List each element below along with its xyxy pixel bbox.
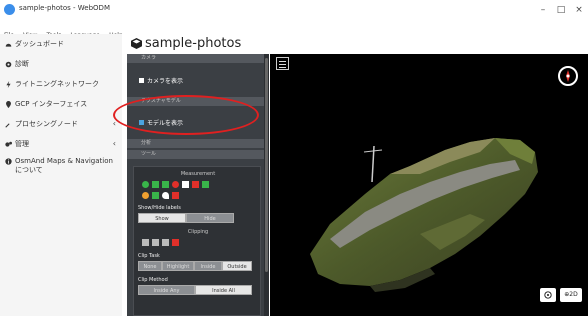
tools-container: Measurement Show/Hide labels Show Hide C…: [133, 166, 261, 316]
sidebar-item-about[interactable]: OsmAnd Maps & Navigation について: [0, 154, 122, 182]
section-analysis-header[interactable]: 分析: [127, 139, 264, 148]
red-highlight-ellipse: [113, 95, 259, 135]
page-title: sample-photos: [145, 36, 242, 51]
clip-method-label: Clip Method: [138, 277, 168, 283]
volume-tool-icon[interactable]: [202, 181, 209, 188]
switch-2d-label: 2D: [569, 291, 578, 298]
minimize-button[interactable]: –: [535, 4, 551, 16]
checkbox[interactable]: [139, 78, 144, 83]
sidebar-item-label: OsmAnd Maps & Navigation について: [15, 157, 113, 174]
measurement-tools-row1: [142, 181, 209, 188]
clip-volume-icon[interactable]: [142, 239, 149, 246]
checkbox-label: カメラを表示: [147, 78, 184, 85]
measurement-title: Measurement: [180, 171, 216, 177]
angle-tool-icon[interactable]: [142, 192, 149, 199]
profile-tool-icon[interactable]: [152, 192, 159, 199]
sidebar-item-label: 診断: [15, 60, 29, 68]
title-bar: sample-photos - WebODM – □ ×: [0, 0, 588, 22]
target-icon: [544, 291, 552, 299]
sidebar-item-label: プロセシングノード: [15, 120, 78, 128]
show-hide-labels-label: Show/Hide labels: [138, 205, 181, 211]
clipping-tools-row: [142, 239, 179, 246]
remove-measurements-icon[interactable]: [172, 192, 179, 199]
clip-task-none-button[interactable]: None: [138, 261, 162, 271]
sidebar: ダッシュボード 診断 ライトニングネットワーク GCP インターフェイス プロセ…: [0, 34, 122, 316]
clipping-title: Clipping: [187, 229, 209, 235]
page-header: sample-photos: [122, 34, 588, 54]
info-icon: [5, 158, 12, 165]
remove-clip-icon[interactable]: [172, 239, 179, 246]
viewer-control-panel: カメラ カメラを表示 テクスチャモデル モデルを表示 分析 ツール Measur…: [127, 54, 269, 316]
3d-viewer[interactable]: ⊕2D: [270, 54, 588, 316]
cogs-icon: [5, 141, 12, 147]
clip-polygon-icon[interactable]: [152, 239, 159, 246]
clip-task-group: None Highlight Inside Outside: [138, 261, 252, 271]
distance-tool-icon[interactable]: [152, 181, 159, 188]
area-tool-icon[interactable]: [192, 181, 199, 188]
annotation-pin-icon[interactable]: [162, 192, 169, 199]
sidebar-item-label: 管理: [15, 140, 29, 148]
panel-scrollbar[interactable]: [264, 54, 269, 316]
height-tool-icon[interactable]: [162, 181, 169, 188]
sidebar-item-label: GCP インターフェイス: [15, 100, 88, 108]
clip-method-inside-all-button[interactable]: Inside All: [195, 285, 252, 295]
viewer-menu-button[interactable]: [276, 57, 289, 70]
switch-2d-button[interactable]: ⊕2D: [560, 288, 582, 302]
diagnostic-icon: [5, 61, 12, 67]
cube-icon: [131, 38, 142, 49]
scrollbar-thumb[interactable]: [265, 58, 268, 272]
north-arrow-icon[interactable]: [182, 181, 189, 188]
point-tool-icon[interactable]: [142, 181, 149, 188]
sidebar-item-admin[interactable]: 管理 ‹: [0, 134, 122, 154]
hide-labels-button[interactable]: Hide: [186, 213, 234, 223]
clip-method-group: Inside Any Inside All: [138, 285, 252, 295]
clip-method-inside-any-button[interactable]: Inside Any: [138, 285, 195, 295]
camera-view-button[interactable]: [540, 288, 556, 302]
dashboard-icon: [5, 43, 12, 47]
sidebar-item-label: ライトニングネットワーク: [15, 80, 99, 88]
sidebar-item-label: ダッシュボード: [15, 40, 64, 48]
sidebar-item-processing-nodes[interactable]: プロセシングノード ‹: [0, 114, 122, 134]
circle-tool-icon[interactable]: [172, 181, 179, 188]
section-tools-header[interactable]: ツール: [127, 150, 264, 159]
point-cloud-model: [310, 138, 538, 292]
measurement-tools-row2: [142, 192, 179, 199]
menu-bar: File View Tools Language Help: [0, 22, 588, 39]
clip-task-outside-button[interactable]: Outside: [222, 261, 252, 271]
webodm-window: sample-photos - WebODM – □ × File View T…: [0, 0, 588, 316]
show-camera-toggle[interactable]: カメラを表示: [139, 76, 183, 85]
chevron-left-icon: ‹: [112, 139, 116, 148]
section-camera-header[interactable]: カメラ: [127, 54, 264, 63]
sidebar-item-gcp[interactable]: GCP インターフェイス: [0, 94, 122, 114]
app-icon: [4, 4, 15, 15]
sidebar-item-lightning[interactable]: ライトニングネットワーク: [0, 74, 122, 94]
window-title: sample-photos - WebODM: [19, 4, 110, 12]
clip-plane-icon[interactable]: [162, 239, 169, 246]
close-button[interactable]: ×: [571, 4, 587, 16]
clip-task-label: Clip Task: [138, 253, 160, 259]
maximize-button[interactable]: □: [553, 4, 569, 16]
map-pin-icon: [6, 100, 11, 108]
sidebar-item-dashboard[interactable]: ダッシュボード: [0, 34, 122, 54]
sidebar-item-diagnostic[interactable]: 診断: [0, 54, 122, 74]
compass-needle-icon: [566, 70, 570, 82]
clip-task-highlight-button[interactable]: Highlight: [162, 261, 194, 271]
show-labels-button[interactable]: Show: [138, 213, 186, 223]
labels-toggle-group: Show Hide: [138, 213, 234, 223]
lightning-icon: [6, 80, 11, 88]
compass-icon[interactable]: [558, 66, 578, 86]
wrench-icon: [5, 122, 10, 128]
clip-task-inside-button[interactable]: Inside: [194, 261, 222, 271]
